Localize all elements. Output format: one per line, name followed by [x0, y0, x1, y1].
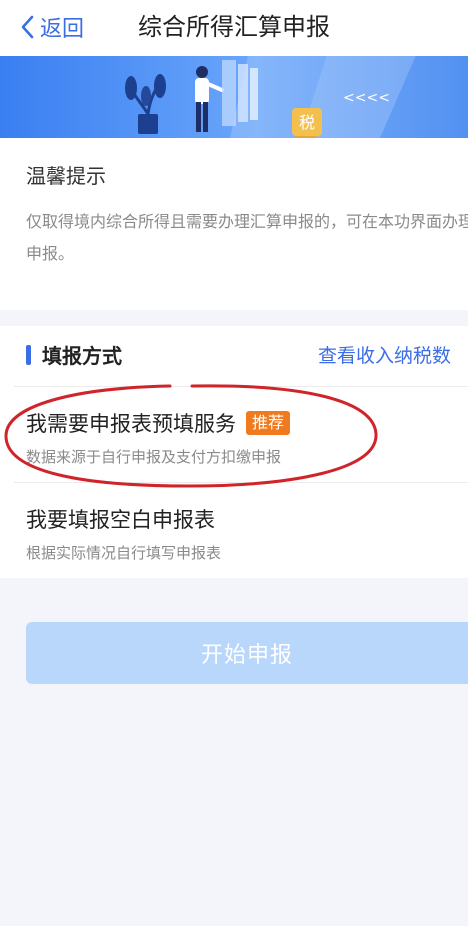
divider — [14, 386, 468, 387]
banner: 税 <<<< — [0, 56, 468, 138]
filing-method-section: 填报方式 查看收入纳税数 我需要申报表预填服务 推荐 数据来源于自行申报及支付方… — [0, 326, 468, 578]
banner-illustration: 税 <<<< — [125, 56, 468, 138]
section-accent-bar — [26, 345, 31, 365]
page-title: 综合所得汇算申报 — [138, 13, 330, 41]
nav-bar: 返回 综合所得汇算申报 — [0, 0, 468, 56]
banner-arrows: <<<< — [343, 90, 390, 106]
tip-body: 仅取得境内综合所得且需要办理汇算申报的，可在本功界面办理申报。 — [26, 212, 468, 263]
section-header: 填报方式 查看收入纳税数 — [0, 326, 468, 386]
option-prefill-subtitle: 数据来源于自行申报及支付方扣缴申报 — [26, 448, 282, 466]
section-title: 填报方式 — [42, 344, 122, 368]
option-blank-form[interactable]: 我要填报空白申报表 根据实际情况自行填写申报表 — [0, 484, 468, 578]
recommend-badge: 推荐 — [246, 411, 291, 435]
option-blank-subtitle: 根据实际情况自行填写申报表 — [26, 544, 222, 562]
option-prefill-title: 我需要申报表预填服务 — [26, 412, 236, 436]
tax-badge-icon: 税 — [292, 108, 322, 138]
tax-badge-text: 税 — [299, 113, 315, 132]
option-title: 我需要申报表预填服务 推荐 — [26, 408, 291, 438]
person-icon — [195, 66, 224, 132]
view-income-tax-link[interactable]: 查看收入纳税数 — [318, 341, 451, 368]
tip-title: 温馨提示 — [26, 164, 106, 188]
option-prefill-service[interactable]: 我需要申报表预填服务 推荐 数据来源于自行申报及支付方扣缴申报 — [0, 388, 468, 482]
option-title: 我要填报空白申报表 — [26, 504, 215, 534]
divider — [14, 482, 468, 483]
tip-card: 温馨提示 仅取得境内综合所得且需要办理汇算申报的，可在本功界面办理申报。 — [0, 138, 468, 310]
start-filing-button[interactable]: 开始申报 — [26, 622, 468, 684]
plant-icon — [125, 74, 166, 134]
option-blank-title: 我要填报空白申报表 — [26, 508, 215, 532]
